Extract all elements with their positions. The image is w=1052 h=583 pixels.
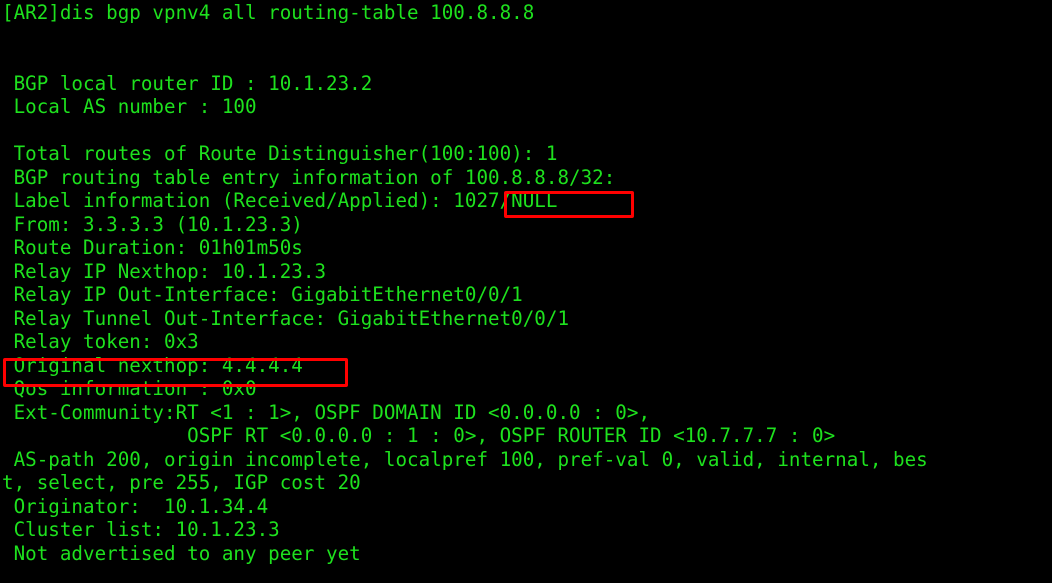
terminal-line-routing-table-entry: BGP routing table entry information of 1… — [2, 165, 616, 189]
terminal-window[interactable]: [AR2]dis bgp vpnv4 all routing-table 100… — [0, 0, 1052, 583]
terminal-line-relay-ip-nexthop: Relay IP Nexthop: 10.1.23.3 — [2, 259, 327, 283]
terminal-line-bgp-local-router-id: BGP local router ID : 10.1.23.2 — [2, 71, 373, 95]
terminal-line-relay-tunnel-out-interface: Relay Tunnel Out-Interface: GigabitEther… — [2, 306, 570, 330]
terminal-line-ospf-rt: OSPF RT <0.0.0.0 : 1 : 0>, OSPF ROUTER I… — [2, 424, 836, 447]
terminal-line-relay-token: Relay token: 0x3 — [2, 330, 199, 353]
terminal-line-route-duration: Route Duration: 01h01m50s — [2, 236, 303, 259]
terminal-line-cluster-list: Cluster list: 10.1.23.3 — [2, 518, 280, 541]
terminal-line-ext-community: Ext-Community:RT <1 : 1>, OSPF DOMAIN ID… — [2, 400, 651, 424]
terminal-line-blank-1 — [2, 25, 1052, 49]
terminal-line-originator: Originator: 10.1.34.4 — [2, 494, 269, 518]
terminal-line-command: [AR2]dis bgp vpnv4 all routing-table 100… — [2, 1, 535, 24]
terminal-line-original-nexthop: Original nexthop: 4.4.4.4 — [2, 353, 303, 377]
terminal-line-blank-2 — [2, 48, 1052, 72]
terminal-line-local-as-number: Local AS number : 100 — [2, 95, 257, 118]
terminal-line-from: From: 3.3.3.3 (10.1.23.3) — [2, 212, 303, 236]
terminal-line-as-path: AS-path 200, origin incomplete, localpre… — [2, 447, 928, 471]
terminal-line-total-routes: Total routes of Route Distinguisher(100:… — [2, 142, 558, 165]
terminal-output: [AR2]dis bgp vpnv4 all routing-table 100… — [2, 1, 1052, 565]
terminal-line-label-information: Label information (Received/Applied): 10… — [2, 189, 558, 212]
terminal-line-blank-3 — [2, 119, 1052, 143]
terminal-line-qos-information: Qos information : 0x0 — [2, 377, 257, 400]
terminal-line-relay-ip-out-interface: Relay IP Out-Interface: GigabitEthernet0… — [2, 283, 523, 306]
terminal-line-not-advertised: Not advertised to any peer yet — [2, 541, 361, 565]
terminal-line-as-path-wrap: t, select, pre 255, IGP cost 20 — [2, 471, 361, 494]
